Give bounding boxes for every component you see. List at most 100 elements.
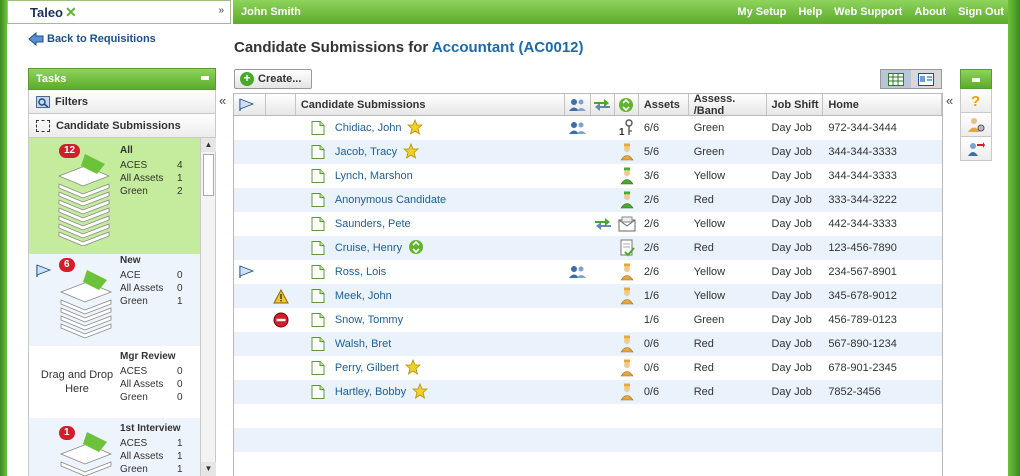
mail-icon[interactable]	[618, 216, 636, 232]
flag-cell[interactable]	[234, 380, 266, 404]
collapse-left-panel-icon[interactable]: «	[219, 93, 226, 108]
collapse-right-panel-icon[interactable]: «	[946, 93, 953, 108]
star-icon[interactable]	[403, 142, 420, 159]
people-column-header[interactable]	[565, 94, 591, 115]
person-icon[interactable]	[619, 143, 635, 161]
requisition-link[interactable]: Accountant (AC0012)	[432, 39, 584, 56]
flag-column-header[interactable]	[234, 94, 266, 115]
table-row[interactable]: Snow, Tommy 1/6 Green Day Job 456-789-0123	[234, 308, 942, 332]
collapse-tasks-button[interactable]	[201, 76, 209, 80]
app-switcher[interactable]: Taleo ✕ »	[7, 0, 231, 24]
home-column-header[interactable]: Home	[823, 94, 942, 115]
assets-column-header[interactable]: Assets	[639, 94, 689, 115]
step-new[interactable]: 6 New ACE 0 All Assets 0 Green 1	[29, 254, 200, 346]
scroll-down-icon[interactable]: ▼	[201, 462, 216, 476]
warning-icon[interactable]	[273, 288, 289, 304]
flag-cell[interactable]	[234, 116, 266, 140]
flag-cell[interactable]	[234, 164, 266, 188]
flag-cell[interactable]	[234, 332, 266, 356]
candidate-name-link[interactable]: Meek, John	[335, 290, 392, 302]
top-link-web-support[interactable]: Web Support	[834, 6, 902, 18]
person-icon[interactable]	[619, 263, 635, 281]
filters-item[interactable]: Filters	[28, 90, 216, 114]
people-icon[interactable]	[569, 121, 587, 135]
document-check-icon[interactable]	[619, 239, 635, 257]
table-row[interactable]: Chidiac, John 1 6/6 Green Day Job 972-344-344…	[234, 116, 942, 140]
grid-view-button[interactable]	[881, 70, 911, 88]
table-row[interactable]: Cruise, Henry 2/6 Red Day Job 123-456-7890	[234, 236, 942, 260]
person-green-icon[interactable]	[619, 191, 635, 209]
flag-cell[interactable]	[234, 356, 266, 380]
star-icon[interactable]	[404, 358, 421, 375]
job-shift-column-header[interactable]: Job Shift	[767, 94, 824, 115]
table-row[interactable]: Saunders, Pete 2/6 Yellow Day Job 442-344-33…	[234, 212, 942, 236]
flag-icon[interactable]	[239, 265, 255, 279]
candidate-name-link[interactable]: Ross, Lois	[335, 266, 386, 278]
star-icon[interactable]	[412, 382, 429, 399]
candidate-name-link[interactable]: Hartley, Bobby	[335, 386, 406, 398]
candidate-name-link[interactable]: Cruise, Henry	[335, 242, 402, 254]
candidate-submissions-item[interactable]: Candidate Submissions	[28, 114, 216, 138]
candidate-name-link[interactable]: Chidiac, John	[335, 122, 402, 134]
step-line-count: 1	[177, 438, 183, 449]
top-link-about[interactable]: About	[914, 6, 946, 18]
flag-cell[interactable]	[234, 236, 266, 260]
person-icon[interactable]	[619, 335, 635, 353]
top-link-sign-out[interactable]: Sign Out	[958, 6, 1004, 18]
chevron-down-icon[interactable]: »	[218, 5, 224, 16]
candidate-name-link[interactable]: Snow, Tommy	[335, 314, 403, 326]
flag-cell[interactable]	[234, 308, 266, 332]
band-column-header[interactable]: Assess. /Band	[689, 93, 767, 117]
candidate-name-link[interactable]: Saunders, Pete	[335, 218, 411, 230]
person-icon[interactable]	[619, 359, 635, 377]
table-row[interactable]: Hartley, Bobby 0/6 Red Day Job 7852-3456	[234, 380, 942, 404]
flag-cell[interactable]	[234, 140, 266, 164]
people-icon[interactable]	[569, 265, 587, 279]
person-green-icon[interactable]	[619, 167, 635, 185]
table-row[interactable]: Perry, Gilbert 0/6 Red Day Job 678-901-2345	[234, 356, 942, 380]
candidate-name-link[interactable]: Anonymous Candidate	[335, 194, 446, 206]
table-row[interactable]: Walsh, Bret 0/6 Red Day Job 567-890-1234	[234, 332, 942, 356]
alert-column-header[interactable]	[266, 94, 296, 115]
step-line-count: 1	[177, 296, 183, 307]
scroll-thumb[interactable]	[203, 154, 214, 196]
scroll-up-icon[interactable]: ▲	[201, 138, 216, 152]
flag-cell[interactable]	[234, 188, 266, 212]
star-icon[interactable]	[407, 118, 424, 135]
flag-cell[interactable]	[234, 212, 266, 236]
table-row[interactable]: Jacob, Tracy 5/6 Green Day Job 344-344-3333	[234, 140, 942, 164]
flag-cell[interactable]	[234, 284, 266, 308]
transfer-column-header[interactable]	[591, 94, 615, 115]
candidate-name-link[interactable]: Jacob, Tracy	[335, 146, 397, 158]
flag-cell[interactable]	[234, 260, 266, 284]
candidate-name-link[interactable]: Lynch, Marshon	[335, 170, 413, 182]
key-icon[interactable]: 1	[619, 119, 635, 137]
table-row[interactable]: Lynch, Marshon 3/6 Yellow Day Job 344-344-33…	[234, 164, 942, 188]
card-view-button[interactable]	[911, 70, 941, 88]
create-button[interactable]: + Create...	[234, 69, 312, 89]
candidate-name-link[interactable]: Perry, Gilbert	[335, 362, 399, 374]
collapse-right-tools-button[interactable]	[972, 78, 980, 82]
transfer-icon[interactable]	[594, 217, 612, 231]
steps-scrollbar[interactable]: ▲ ▼	[200, 138, 216, 476]
assign-button[interactable]	[960, 113, 992, 137]
top-link-help[interactable]: Help	[798, 6, 822, 18]
recycle-column-header[interactable]	[615, 94, 639, 115]
recycle-icon[interactable]	[408, 239, 424, 255]
top-link-my-setup[interactable]: My Setup	[737, 6, 786, 18]
candidate-name-link[interactable]: Walsh, Bret	[335, 338, 391, 350]
share-button[interactable]	[960, 137, 992, 161]
person-icon[interactable]	[619, 287, 635, 305]
home-phone-cell: 567-890-1234	[828, 338, 897, 350]
candidate-submissions-column-header[interactable]: Candidate Submissions	[296, 94, 566, 115]
table-row[interactable]: Anonymous Candidate 2/6 Red Day Job 333-344-…	[234, 188, 942, 212]
back-to-requisitions-link[interactable]: Back to Requisitions	[28, 32, 156, 46]
table-row[interactable]: Ross, Lois 2/6 Yellow Day Job 234-567-8901	[234, 260, 942, 284]
step-1st-interview[interactable]: 1 1st Interview ACES 1 All Assets 1 Gree…	[29, 418, 200, 476]
help-button[interactable]: ?	[960, 89, 992, 113]
table-row[interactable]: Meek, John 1/6 Yellow Day Job 345-678-9012	[234, 284, 942, 308]
stop-icon[interactable]	[273, 312, 289, 328]
step-mgr-review[interactable]: Drag and Drop Here Mgr Review ACES 0 All…	[29, 346, 200, 418]
step-all[interactable]: 12 All ACES 4 All Assets 1 Green 2	[29, 138, 200, 254]
person-icon[interactable]	[619, 383, 635, 401]
